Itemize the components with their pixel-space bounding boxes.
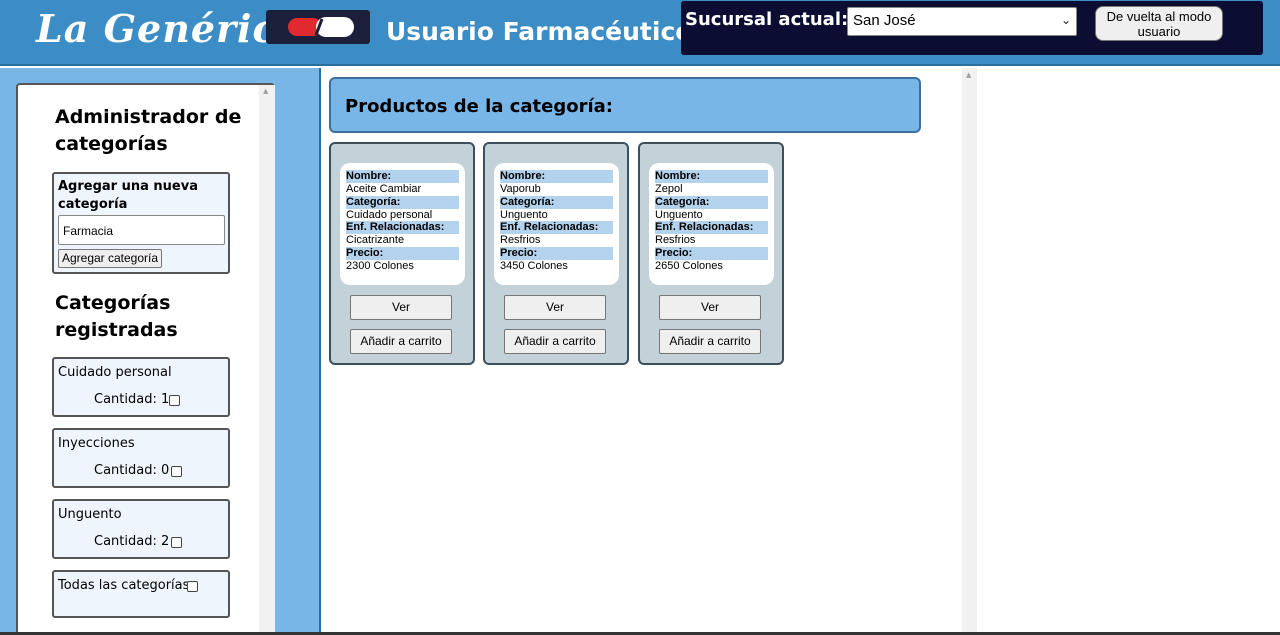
product-price: 3450 Colones <box>500 260 568 272</box>
category-card-all: Todas las categorías <box>52 570 230 618</box>
new-category-input[interactable]: Farmacia <box>58 215 225 245</box>
category-count: Cantidad: 2 <box>94 534 170 549</box>
label-category: Categoría: <box>655 196 768 209</box>
product-card: Nombre: Aceite Cambiar Categoría: Cuidad… <box>329 142 475 365</box>
add-category-box: Agregar una nueva categoría Farmacia Agr… <box>52 172 230 274</box>
sidebar-scrollbar[interactable]: ▲ <box>259 85 275 635</box>
sidebar-divider <box>319 68 321 635</box>
category-admin-panel: ▲ Administrador de categorías Agregar un… <box>16 83 275 635</box>
label-diseases: Enf. Relacionadas: <box>346 221 459 234</box>
add-to-cart-button[interactable]: Añadir a carrito <box>350 329 452 354</box>
product-card: Nombre: Zepol Categoría: Unguento Enf. R… <box>638 142 784 365</box>
product-card: Nombre: Vaporub Categoría: Unguento Enf.… <box>483 142 629 365</box>
pill-logo-icon <box>266 10 370 44</box>
product-name: Aceite Cambiar <box>346 183 422 195</box>
app-header: La Genérica Usuario Farmacéutico Sucursa… <box>0 0 1280 66</box>
category-checkbox[interactable] <box>169 395 180 406</box>
branch-select-value: San José <box>853 12 916 29</box>
product-info: Nombre: Zepol Categoría: Unguento Enf. R… <box>649 163 774 285</box>
product-price: 2300 Colones <box>346 260 414 272</box>
view-product-button[interactable]: Ver <box>659 295 761 320</box>
add-to-cart-button[interactable]: Añadir a carrito <box>504 329 606 354</box>
category-card-unguento: Unguento Cantidad: 2 <box>52 499 230 559</box>
label-diseases: Enf. Relacionadas: <box>655 221 768 234</box>
branch-select[interactable]: San José ⌄ <box>847 7 1077 36</box>
all-categories-label: Todas las categorías <box>58 578 190 593</box>
product-diseases: Resfrios <box>500 234 541 246</box>
products-section-header: Productos de la categoría: <box>329 77 921 133</box>
label-price: Precio: <box>500 247 613 260</box>
category-count: Cantidad: 1 <box>94 392 170 407</box>
product-price: 2650 Colones <box>655 260 723 272</box>
view-product-button[interactable]: Ver <box>504 295 606 320</box>
add-to-cart-button[interactable]: Añadir a carrito <box>659 329 761 354</box>
chevron-down-icon: ⌄ <box>1060 13 1071 27</box>
category-name: Cuidado personal <box>58 365 172 380</box>
view-product-button[interactable]: Ver <box>350 295 452 320</box>
role-title: Usuario Farmacéutico <box>386 17 693 46</box>
label-price: Precio: <box>346 247 459 260</box>
product-name: Zepol <box>655 183 683 195</box>
main-scrollbar[interactable]: ▲ <box>962 68 977 635</box>
label-name: Nombre: <box>500 170 613 183</box>
all-categories-checkbox[interactable] <box>187 581 198 592</box>
product-diseases: Cicatrizante <box>346 234 405 246</box>
label-name: Nombre: <box>655 170 768 183</box>
registered-title-line1: Categorías <box>55 292 171 314</box>
branch-panel: Sucursal actual: San José ⌄ De vuelta al… <box>681 1 1263 55</box>
product-info: Nombre: Aceite Cambiar Categoría: Cuidad… <box>340 163 465 285</box>
scroll-up-icon[interactable]: ▲ <box>966 71 971 79</box>
brand-logo-text: La Genérica <box>36 6 303 51</box>
category-card-inyecciones: Inyecciones Cantidad: 0 <box>52 428 230 488</box>
label-price: Precio: <box>655 247 768 260</box>
category-name: Unguento <box>58 507 122 522</box>
category-checkbox[interactable] <box>171 537 182 548</box>
product-info: Nombre: Vaporub Categoría: Unguento Enf.… <box>494 163 619 285</box>
branch-label: Sucursal actual: <box>685 9 849 30</box>
category-count: Cantidad: 0 <box>94 463 170 478</box>
scroll-up-icon[interactable]: ▲ <box>263 87 268 95</box>
label-category: Categoría: <box>500 196 613 209</box>
category-checkbox[interactable] <box>171 466 182 477</box>
label-diseases: Enf. Relacionadas: <box>500 221 613 234</box>
admin-title-line1: Administrador de <box>55 106 242 128</box>
products-section-title: Productos de la categoría: <box>345 96 613 117</box>
product-name: Vaporub <box>500 183 541 195</box>
admin-title-line2: categorías <box>55 133 168 155</box>
label-name: Nombre: <box>346 170 459 183</box>
label-category: Categoría: <box>346 196 459 209</box>
product-diseases: Resfrios <box>655 234 696 246</box>
registered-title-line2: registradas <box>55 319 178 341</box>
category-card-cuidado-personal: Cuidado personal Cantidad: 1 <box>52 357 230 417</box>
back-to-user-mode-button[interactable]: De vuelta al modo usuario <box>1095 6 1223 41</box>
category-name: Inyecciones <box>58 436 135 451</box>
add-category-title: Agregar una nueva categoría <box>58 179 198 212</box>
add-category-button[interactable]: Agregar categoría <box>58 249 162 268</box>
